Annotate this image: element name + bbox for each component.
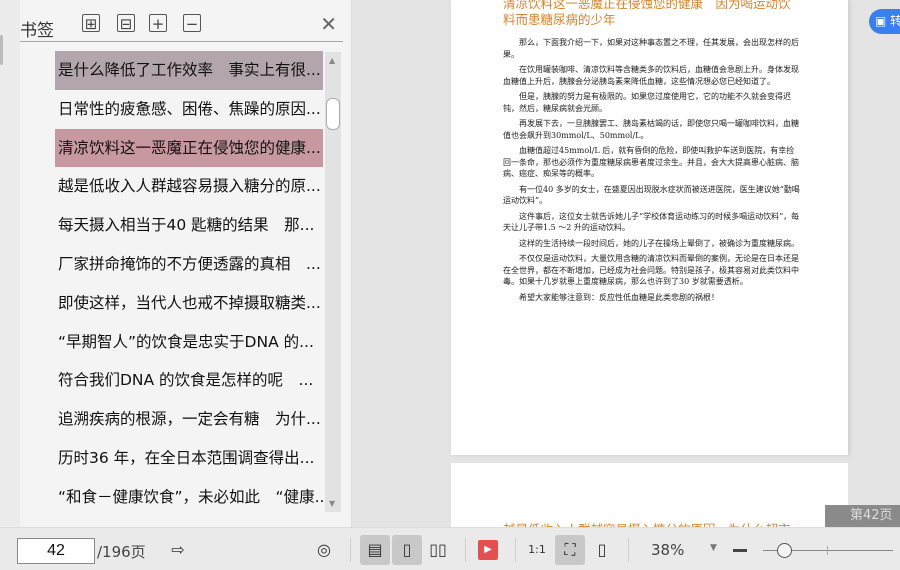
expand-all-icon[interactable]: ⊞ <box>82 14 100 33</box>
remove-bookmark-icon[interactable]: − <box>183 14 201 33</box>
actual-size-icon[interactable]: 1:1 <box>522 535 552 565</box>
divider <box>465 538 466 562</box>
page-indicator-overlay: 第42页 <box>825 505 900 527</box>
bookmark-panel: 书签 ⊞ ⊟ + − ✕ 是什么降低了工作效率 事实上有很... 日常性的疲惫感… <box>20 0 352 527</box>
divider <box>20 41 343 42</box>
close-icon[interactable]: ✕ <box>320 12 337 36</box>
bookmark-item[interactable]: 每天摄入相当于40 匙糖的结果 那... <box>55 206 323 245</box>
paragraph: 希望大家能够注意到：反应性低血糖是此类悲剧的祸根！ <box>519 292 719 302</box>
divider <box>628 538 629 562</box>
bookmark-item[interactable]: 历时36 年，在全日本范围调查得出... <box>55 439 323 478</box>
paragraph: 这样的生活持续一段时间后，她的儿子在操场上晕倒了，被确诊为重度糖尿病。 <box>519 238 799 248</box>
paragraph: 不仅仅是运动饮料，大量饮用含糖的清凉饮料而晕倒的案例，无论是在日本还是在全世界，… <box>503 254 799 286</box>
paragraph: 有一位40 多岁的女士，在盛夏因出现脱水症状而被送进医院，医生建议她“勤喝运动饮… <box>503 184 800 206</box>
fit-width-icon[interactable]: ▯ <box>587 535 617 565</box>
divider <box>350 538 351 562</box>
paragraph: 但是，胰腺的努力是有极限的。如果您过度使用它，它的功能不久就会变得迟钝，然后，糖… <box>503 92 791 113</box>
zoom-level[interactable]: 38% <box>651 541 684 559</box>
convert-button[interactable]: ▣ 转 <box>869 9 900 34</box>
eye-protection-icon[interactable]: ◎ <box>309 535 339 565</box>
collapse-all-icon[interactable]: ⊟ <box>117 14 135 33</box>
paragraph: 血糖值超过45mmol/L 后，就有昏倒的危险，即使叫救护车送到医院，有幸捡回一… <box>503 146 799 178</box>
page-heading: 清凉饮料这一恶魔正在侵蚀您的健康 因为喝运动饮料而患糖尿病的少年 <box>503 0 791 27</box>
scrollbar-thumb[interactable] <box>326 98 340 130</box>
total-pages: /196页 <box>97 543 146 561</box>
paragraph: 在饮用罐装咖啡、清凉饮料等含糖类多的饮料后，血糖值会急剧上升。身体发现血糖值上升… <box>503 65 799 86</box>
bookmark-item[interactable]: “和食－健康饮食”，未必如此 “健康... <box>55 478 323 517</box>
bookmark-item[interactable]: 即使这样，当代人也戒不掉摄取糖类... <box>55 284 323 323</box>
left-nav-strip <box>0 0 20 527</box>
zoom-slider-handle[interactable] <box>777 543 792 558</box>
panel-toggle-handle[interactable] <box>0 35 3 65</box>
single-page-icon[interactable]: ▯ <box>392 535 422 565</box>
bookmark-item[interactable]: 越是低收入人群越容易摄入糖分的原... <box>55 167 323 206</box>
paragraph: 那么，下面我介绍一下，如果对这种事态置之不理，任其发展，会出现怎样的后果。 <box>503 38 799 59</box>
scrollbar[interactable]: ▲ ▼ <box>325 52 341 512</box>
paragraph: 再发展下去，一旦胰腺罢工、胰岛素枯竭的话，即使您只喝一罐咖啡饮料，血糖值也会飙升… <box>503 119 799 140</box>
continuous-page-icon[interactable]: ▤ <box>360 535 390 565</box>
divider <box>515 538 516 562</box>
zoom-slider-tick <box>827 546 828 555</box>
play-slideshow-icon[interactable]: ▶ <box>478 540 498 560</box>
panel-title: 书签 <box>20 21 54 41</box>
convert-label: 转 <box>890 14 900 28</box>
bookmark-item[interactable]: 是什么降低了工作效率 事实上有很... <box>55 51 323 90</box>
page-body: 那么，下面我介绍一下，如果对这种事态置之不理，任其发展，会出现怎样的后果。 在饮… <box>503 37 801 307</box>
zoom-out-icon[interactable] <box>733 549 747 552</box>
document-page-next: 越是低收入人群越容易摄入糖分的原因 为什么超市 <box>451 463 848 537</box>
scroll-up-icon[interactable]: ▲ <box>329 56 335 65</box>
page-number-input[interactable]: 42 <box>17 538 95 564</box>
bookmark-item[interactable]: “早期智人”的饮食是忠实于DNA 的... <box>55 323 323 362</box>
bookmark-item[interactable]: 追溯疾病的根源，一定会有糖 为什... <box>55 400 323 439</box>
bookmark-item[interactable]: 厂家拼命掩饰的不方便透露的真相 ... <box>55 245 323 284</box>
document-page: 清凉饮料这一恶魔正在侵蚀您的健康 因为喝运动饮料而患糖尿病的少年 那么，下面我介… <box>451 0 848 455</box>
next-page-arrow-icon[interactable]: ⇨ <box>163 535 193 565</box>
fit-page-icon[interactable]: ⛶ <box>555 535 585 565</box>
two-page-icon[interactable]: ▯▯ <box>423 535 453 565</box>
bookmark-item[interactable]: 清凉饮料这一恶魔正在侵蚀您的健康... <box>55 128 323 168</box>
scroll-down-icon[interactable]: ▼ <box>329 499 335 508</box>
bottom-toolbar: 42 /196页 ⇨ ◎ ▤ ▯ ▯▯ ▶ 1:1 ⛶ ▯ 38% ▼ <box>0 527 900 570</box>
chevron-down-icon[interactable]: ▼ <box>710 543 717 553</box>
add-bookmark-icon[interactable]: + <box>149 14 167 33</box>
bookmark-item[interactable]: 日常性的疲惫感、困倦、焦躁的原因... <box>55 90 323 129</box>
bookmark-item[interactable]: 符合我们DNA 的饮食是怎样的呢 ... <box>55 361 323 400</box>
bookmark-list: 是什么降低了工作效率 事实上有很... 日常性的疲惫感、困倦、焦躁的原因... … <box>55 51 323 517</box>
paragraph: 这件事后，这位女士就告诉她儿子“学校体育运动练习的时候多喝运动饮料”，每天让儿子… <box>503 211 800 233</box>
